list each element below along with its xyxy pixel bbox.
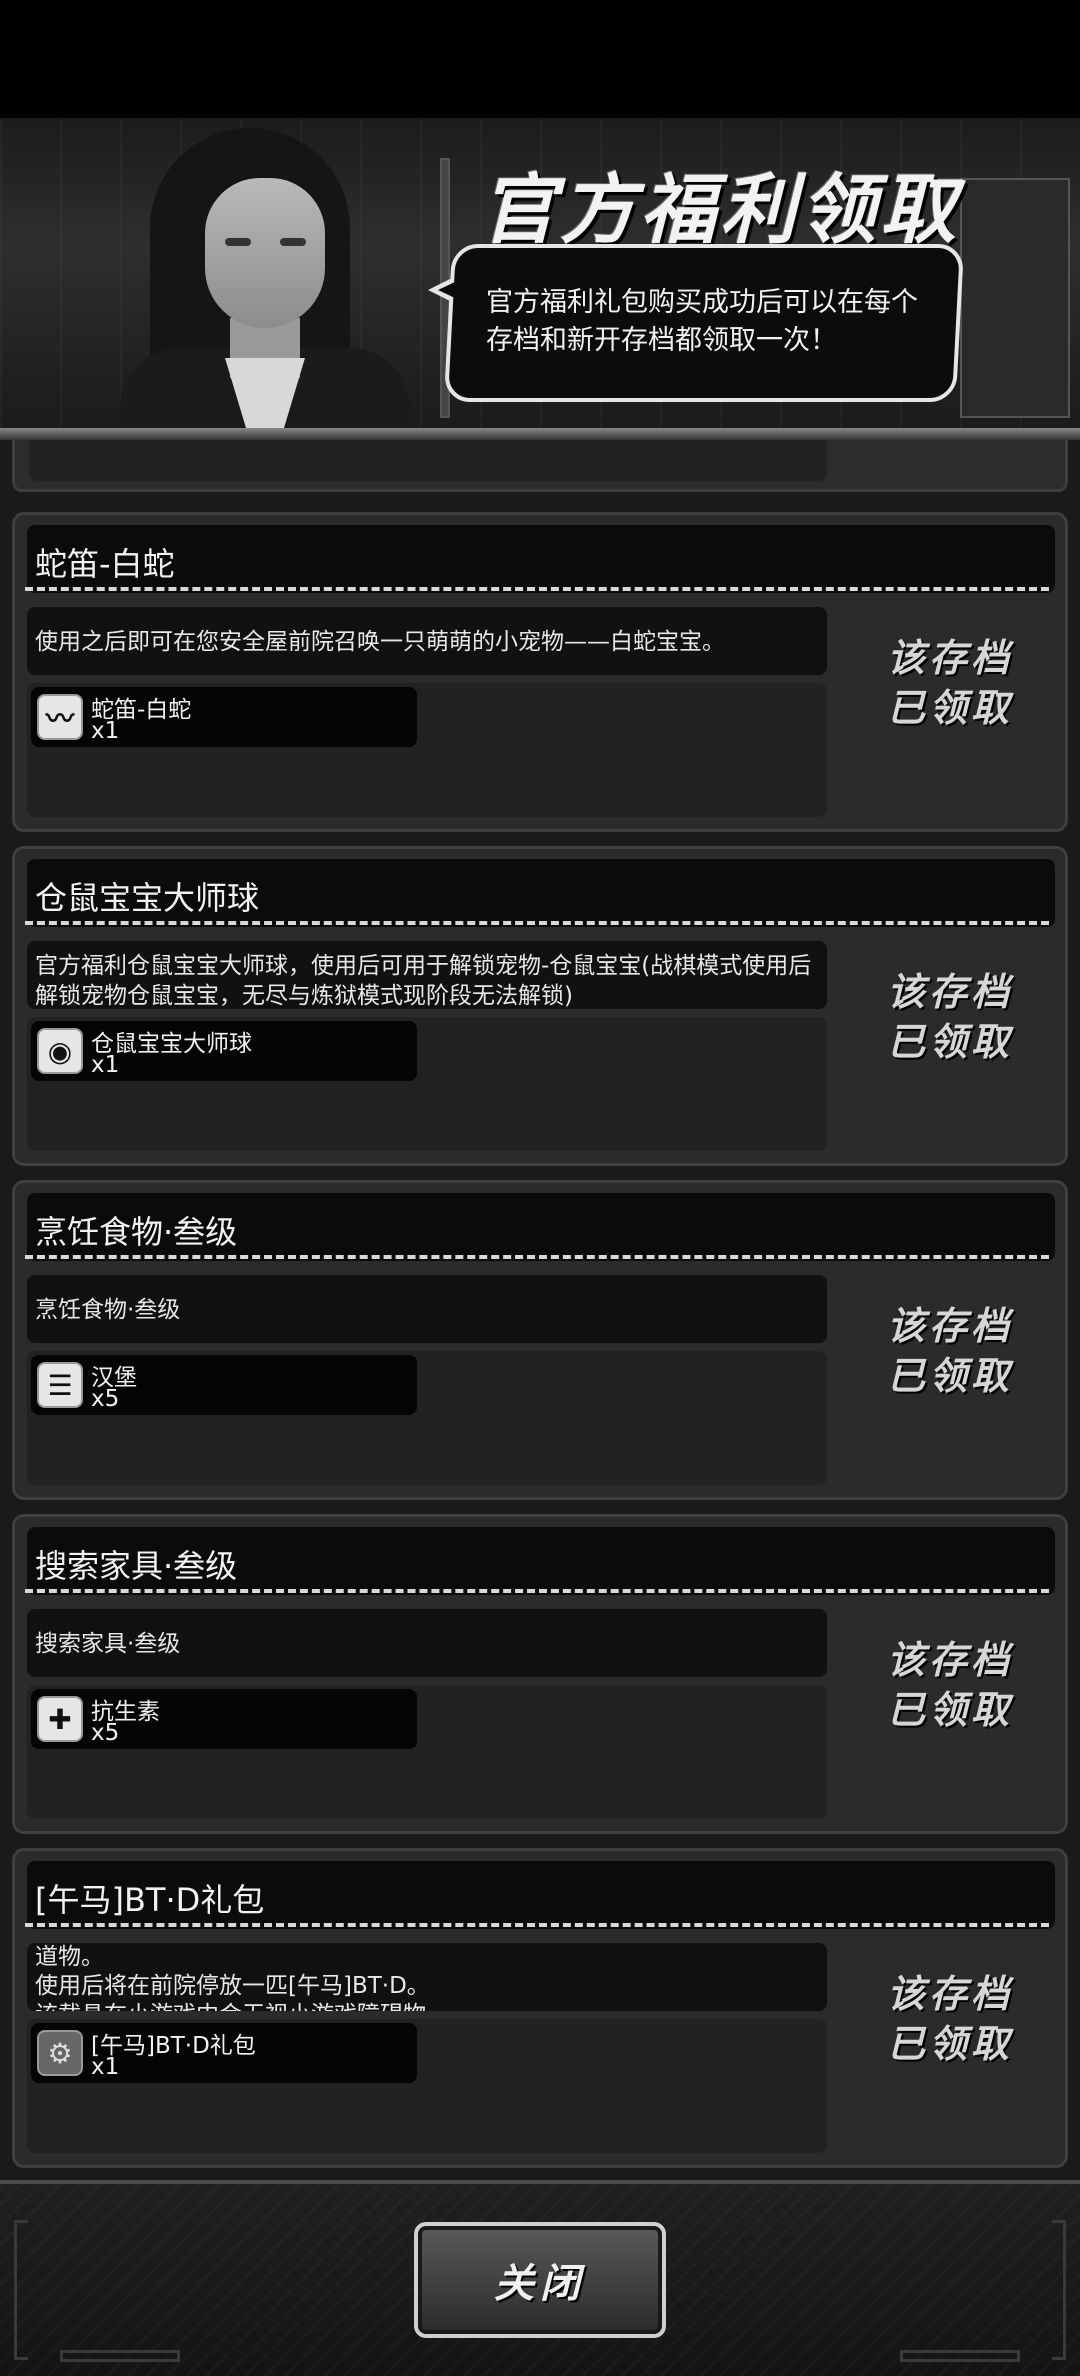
reward-card: [午马]BT·D礼包 道物。 使用后将在前院停放一匹[午马]BT·D。 该载具在…	[12, 1848, 1068, 2168]
snake-flute-icon: 〰	[37, 694, 83, 740]
claimed-status: 该存档已领取	[886, 1972, 1013, 2066]
item-area: 〰 蛇笛-白蛇 x1	[27, 683, 827, 817]
vehicle-icon: ⚙	[37, 2030, 83, 2076]
frame-decoration-right	[1052, 2220, 1066, 2360]
banner-divider	[0, 428, 1080, 440]
item-slot[interactable]: ◉ 仓鼠宝宝大师球 x1	[31, 1021, 417, 1081]
item-area: ◉ 仓鼠宝宝大师球 x1	[27, 1017, 827, 1151]
claimed-status: 该存档已领取	[886, 1638, 1013, 1732]
card-title: 仓鼠宝宝大师球	[35, 879, 260, 917]
reward-card: 搜索家具·叁级 搜索家具·叁级 ✚ 抗生素 x5 该存档已领取	[12, 1514, 1068, 1834]
card-header: 蛇笛-白蛇	[27, 525, 1055, 593]
speech-bubble-text: 官方福利礼包购买成功后可以在每个存档和新开存档都领取一次！	[486, 287, 918, 356]
master-ball-icon: ◉	[37, 1028, 83, 1074]
card-title: 搜索家具·叁级	[35, 1547, 238, 1585]
card-description: 官方福利仓鼠宝宝大师球，使用后可用于解锁宠物-仓鼠宝宝(战棋模式使用后解锁宠物仓…	[27, 941, 827, 1009]
item-area: ☰ 汉堡 x5	[27, 1351, 827, 1485]
claimed-status: 该存档已领取	[886, 1304, 1013, 1398]
card-header: 仓鼠宝宝大师球	[27, 859, 1055, 927]
card-description: 搜索家具·叁级	[27, 1609, 827, 1677]
claimed-status: 该存档已领取	[886, 970, 1013, 1064]
item-count: x5	[91, 1720, 120, 1746]
item-slot[interactable]: ✚ 抗生素 x5	[31, 1689, 417, 1749]
reward-list[interactable]: 蛇笛-白蛇 使用之后即可在您安全屋前院召唤一只萌萌的小宠物——白蛇宝宝。 〰 蛇…	[0, 440, 1080, 2180]
card-title: 蛇笛-白蛇	[35, 545, 175, 583]
page-title: 官方福利领取	[480, 165, 960, 254]
card-header: [午马]BT·D礼包	[27, 1861, 1055, 1929]
item-count: x1	[91, 2054, 120, 2080]
item-slot[interactable]: ☰ 汉堡 x5	[31, 1355, 417, 1415]
item-area: ✚ 抗生素 x5	[27, 1685, 827, 1819]
reward-card: 仓鼠宝宝大师球 官方福利仓鼠宝宝大师球，使用后可用于解锁宠物-仓鼠宝宝(战棋模式…	[12, 846, 1068, 1166]
card-title: 烹饪食物·叁级	[35, 1213, 238, 1251]
footer-bar: 关闭	[0, 2180, 1080, 2376]
card-title: [午马]BT·D礼包	[35, 1881, 265, 1919]
dashed-divider	[25, 921, 1049, 925]
item-slot[interactable]: 〰 蛇笛-白蛇 x1	[31, 687, 417, 747]
antibiotic-icon: ✚	[37, 1696, 83, 1742]
item-area: ⚙ [午马]BT·D礼包 x1	[27, 2019, 827, 2153]
card-header: 搜索家具·叁级	[27, 1527, 1055, 1595]
card-description: 使用之后即可在您安全屋前院召唤一只萌萌的小宠物——白蛇宝宝。	[27, 607, 827, 675]
item-slot[interactable]: ⚙ [午马]BT·D礼包 x1	[31, 2023, 417, 2083]
dashed-divider	[25, 1255, 1049, 1259]
dashed-divider	[25, 1589, 1049, 1593]
frame-decoration-left	[14, 2220, 28, 2360]
header-banner: 官方福利领取 官方福利礼包购买成功后可以在每个存档和新开存档都领取一次！	[0, 118, 1080, 436]
reward-card: 蛇笛-白蛇 使用之后即可在您安全屋前院召唤一只萌萌的小宠物——白蛇宝宝。 〰 蛇…	[12, 512, 1068, 832]
card-header: 烹饪食物·叁级	[27, 1193, 1055, 1261]
reward-card: 烹饪食物·叁级 烹饪食物·叁级 ☰ 汉堡 x5 该存档已领取	[12, 1180, 1068, 1500]
character-portrait	[110, 118, 410, 436]
burger-icon: ☰	[37, 1362, 83, 1408]
item-count: x1	[91, 718, 120, 744]
dashed-divider	[25, 587, 1049, 591]
item-count: x5	[91, 1386, 120, 1412]
close-button-label: 关闭	[494, 2261, 586, 2307]
item-count: x1	[91, 1052, 120, 1078]
background-door	[960, 178, 1070, 418]
card-description[interactable]: 道物。 使用后将在前院停放一匹[午马]BT·D。 该载具在小游戏中会无视小游戏障…	[27, 1943, 827, 2011]
reward-card-partial	[12, 440, 1068, 492]
close-button[interactable]: 关闭	[414, 2222, 666, 2338]
dashed-divider	[25, 1923, 1049, 1927]
card-description: 烹饪食物·叁级	[27, 1275, 827, 1343]
claimed-status: 该存档已领取	[886, 636, 1013, 730]
